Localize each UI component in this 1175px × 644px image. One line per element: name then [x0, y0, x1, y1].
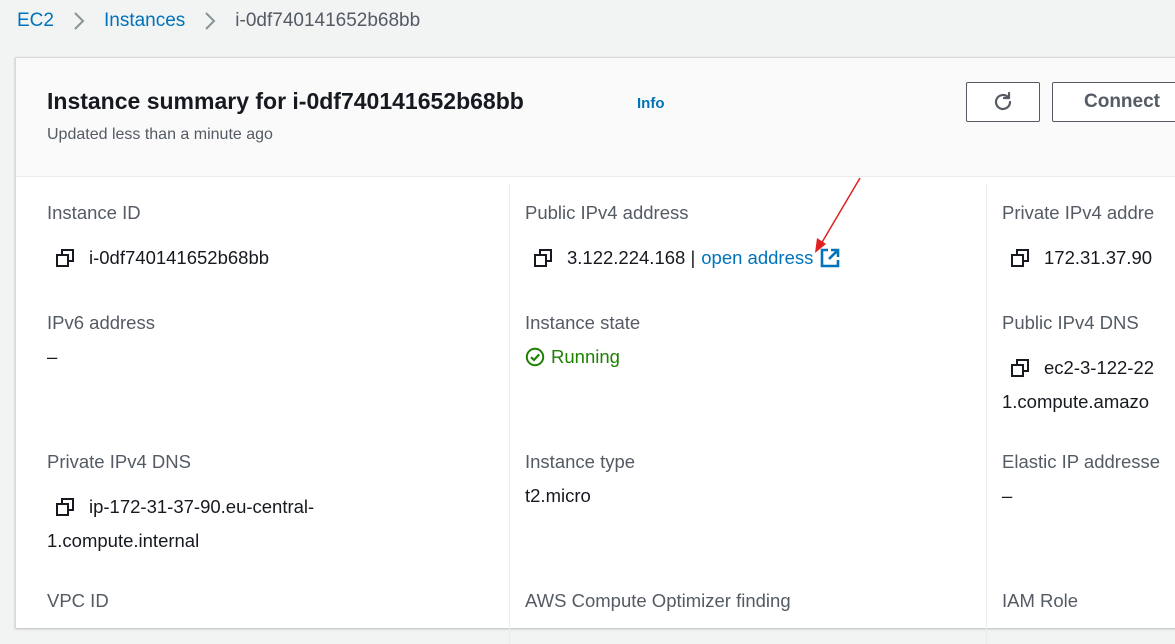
- field-label: IPv6 address: [47, 312, 155, 333]
- private-dns-value-line1: ip-172-31-37-90.eu-central-: [89, 496, 315, 517]
- field-label: VPC ID: [47, 590, 109, 611]
- private-dns-value-line2: 1.compute.internal: [47, 530, 200, 551]
- page-title: Instance summary for i-0df740141652b68bb: [47, 88, 524, 114]
- instance-type-value: t2.micro: [525, 485, 591, 506]
- field-vpc-id: VPC ID: [47, 590, 109, 612]
- copy-icon[interactable]: [1010, 248, 1030, 268]
- breadcrumb: EC2 Instances i-0df740141652b68bb: [17, 9, 420, 33]
- refresh-icon: [991, 90, 1015, 114]
- instance-details-grid: Instance ID i-0df740141652b68bb IPv6 add…: [16, 176, 1175, 644]
- check-circle-icon: [525, 347, 551, 367]
- field-label: IAM Role: [1002, 590, 1079, 611]
- field-public-ipv4: Public IPv4 address 3.122.224.168 | open…: [525, 202, 841, 269]
- field-label: Public IPv4 DNS: [1002, 312, 1139, 333]
- updated-timestamp: Updated less than a minute ago: [47, 126, 273, 143]
- field-private-dns: Private IPv4 DNS ip-172-31-37-90.eu-cent…: [47, 451, 314, 552]
- column-divider: [986, 184, 987, 644]
- chevron-right-icon: [203, 11, 217, 31]
- instance-summary-panel: Instance summary for i-0df740141652b68bb…: [15, 57, 1175, 644]
- instance-id-value: i-0df740141652b68bb: [89, 247, 270, 268]
- field-label: Elastic IP addresse: [1002, 451, 1161, 472]
- field-label: Instance state: [525, 312, 641, 333]
- external-link-icon[interactable]: [819, 247, 841, 269]
- status-badge: Running: [525, 346, 640, 368]
- breadcrumb-ec2[interactable]: EC2: [17, 10, 54, 32]
- copy-icon[interactable]: [533, 248, 553, 268]
- field-label: Private IPv4 DNS: [47, 451, 191, 472]
- field-instance-id: Instance ID i-0df740141652b68bb: [47, 202, 269, 269]
- ipv6-value: –: [47, 346, 58, 367]
- private-ipv4-value: 172.31.37.90: [1044, 247, 1153, 268]
- panel-header: Instance summary for i-0df740141652b68bb…: [16, 58, 1175, 177]
- public-ipv4-value: 3.122.224.168 |: [567, 247, 696, 268]
- refresh-button[interactable]: [966, 82, 1040, 122]
- field-elastic-ip: Elastic IP addresse –: [1002, 451, 1160, 507]
- field-label: AWS Compute Optimizer finding: [525, 590, 791, 611]
- field-private-ipv4: Private IPv4 addre 172.31.37.90: [1002, 202, 1154, 269]
- copy-icon[interactable]: [1010, 358, 1030, 378]
- connect-button[interactable]: Connect: [1052, 82, 1175, 122]
- field-ipv6: IPv6 address –: [47, 312, 155, 368]
- chevron-right-icon: [72, 11, 86, 31]
- elastic-ip-value: –: [1002, 485, 1013, 506]
- public-dns-value-line1: ec2-3-122-22: [1044, 357, 1155, 378]
- breadcrumb-current-instance: i-0df740141652b68bb: [235, 10, 421, 31]
- field-label: Private IPv4 addre: [1002, 202, 1155, 223]
- info-link[interactable]: Info: [637, 95, 665, 112]
- field-public-dns: Public IPv4 DNS ec2-3-122-22 1.compute.a…: [1002, 312, 1154, 413]
- field-label: Instance ID: [47, 202, 141, 223]
- field-iam-role: IAM Role: [1002, 590, 1078, 612]
- column-divider: [509, 184, 510, 644]
- copy-icon[interactable]: [55, 248, 75, 268]
- field-label: Instance type: [525, 451, 636, 472]
- field-compute-optimizer: AWS Compute Optimizer finding: [525, 590, 791, 612]
- field-instance-type: Instance type t2.micro: [525, 451, 635, 507]
- open-address-link[interactable]: open address: [701, 247, 813, 269]
- field-instance-state: Instance state Running: [525, 312, 640, 368]
- instance-state-value: Running: [551, 346, 620, 367]
- copy-icon[interactable]: [55, 497, 75, 517]
- field-label: Public IPv4 address: [525, 202, 689, 223]
- breadcrumb-instances[interactable]: Instances: [104, 10, 185, 32]
- public-dns-value-line2: 1.compute.amazo: [1002, 391, 1150, 412]
